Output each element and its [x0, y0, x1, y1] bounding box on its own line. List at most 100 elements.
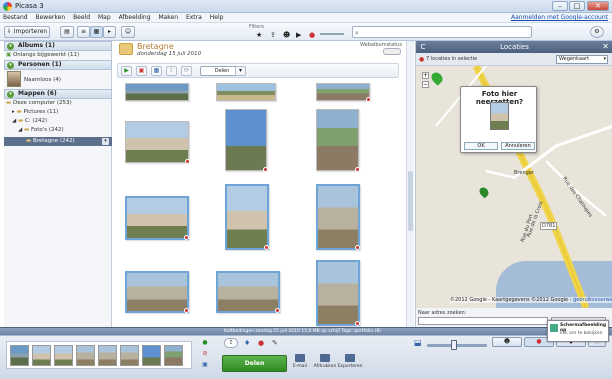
tray-thumbnail[interactable]	[54, 345, 73, 366]
email-icon	[295, 354, 305, 362]
folder-title[interactable]: Bretagne	[137, 42, 174, 51]
thumbnail-size-slider[interactable]	[427, 344, 487, 347]
folder-pictures[interactable]: ▸ ▬ Pictures (11)	[12, 109, 58, 115]
menu-map[interactable]: Map	[95, 13, 114, 22]
popup-ok-button[interactable]: OK	[464, 142, 498, 150]
tray-thumbnail[interactable]	[142, 345, 161, 366]
filter-slider[interactable]	[320, 33, 344, 35]
photo-tray: ● ⊘ ▣ ⇪ ♦ ● ✎ Delen E-mail Afdrukken Exp…	[0, 335, 612, 379]
caption-icon[interactable]: ✎	[272, 339, 278, 347]
maximize-button[interactable]: □	[569, 1, 585, 11]
sync-icon[interactable]: ⟳	[181, 66, 192, 76]
photo-thumbnail[interactable]	[125, 121, 190, 164]
upload-icon[interactable]: ⇪	[166, 66, 177, 76]
signin-link[interactable]: Aanmelden met Google-account	[511, 14, 608, 21]
person-unnamed[interactable]: Naamloos (4)	[6, 71, 110, 89]
photo-thumbnail[interactable]	[216, 271, 280, 313]
tray-thumbnail[interactable]	[164, 345, 183, 366]
photo-thumbnail[interactable]	[316, 83, 371, 102]
add-to-album-icon[interactable]: ▣	[201, 361, 209, 369]
albums-header[interactable]: ▾ Albums (1)	[4, 41, 112, 51]
play-slideshow-icon[interactable]: ▶	[121, 66, 132, 76]
collapse-icon[interactable]: ▾	[7, 91, 14, 98]
menu-help[interactable]: Help	[207, 13, 227, 22]
tray-thumbnail[interactable]	[98, 345, 117, 366]
photo-thumbnail[interactable]	[316, 260, 360, 326]
share-dropdown-icon[interactable]: ▾	[235, 66, 246, 76]
expand-icon[interactable]: ▸	[12, 109, 15, 115]
photo-thumbnail[interactable]	[225, 109, 268, 172]
photo-thumbnail[interactable]	[316, 184, 360, 250]
geo-filter-icon[interactable]: ●	[309, 31, 315, 39]
photo-thumbnail[interactable]	[216, 83, 276, 101]
upload-tray-icon[interactable]: ⇪	[224, 338, 238, 348]
screenshot-notification[interactable]: Schermafbeelding op klik om te bekijken	[547, 320, 609, 342]
map-type-select[interactable]: Wegenkaart ▾	[556, 55, 608, 64]
slider-knob[interactable]	[451, 340, 457, 350]
folder-bretagne-selected[interactable]: ▬ Bretagne (242) ▾	[4, 137, 112, 146]
tag-icon[interactable]: ♦	[244, 339, 250, 347]
window-title: Picasa 3	[15, 2, 44, 10]
menu-bestand[interactable]: Bestand	[0, 13, 31, 22]
photo-thumbnail[interactable]	[125, 196, 189, 240]
scrollbar-thumb[interactable]	[408, 171, 413, 231]
tray-thumbnail[interactable]	[76, 345, 95, 366]
tray-thumbnail[interactable]	[10, 345, 29, 366]
close-icon[interactable]: ✕	[602, 42, 609, 52]
photo-thumbnail[interactable]	[125, 271, 189, 313]
address-search-input[interactable]	[418, 317, 548, 325]
menu-afbeelding[interactable]: Afbeelding	[116, 13, 154, 22]
people-view-button[interactable]: ☺	[121, 26, 135, 38]
view-more-button[interactable]: ▸	[103, 26, 116, 38]
upload-filter-icon[interactable]: ⇪	[270, 31, 276, 39]
settings-button[interactable]: ⚙	[590, 26, 604, 38]
export-button[interactable]: Exporteren	[335, 354, 365, 369]
folders-header[interactable]: ▾ Mappen (6)	[4, 89, 112, 99]
collapse-icon[interactable]: ◢	[18, 127, 22, 133]
zoom-out-button[interactable]: −	[422, 81, 429, 88]
close-button[interactable]: ✕	[587, 1, 609, 11]
collapse-icon[interactable]: ▾	[7, 43, 14, 50]
people-panel-button[interactable]: ☻	[492, 337, 522, 347]
map-back-icon[interactable]: C	[419, 43, 427, 51]
collapse-icon[interactable]: ◢	[12, 118, 16, 124]
person-filter-icon[interactable]: ☻	[283, 31, 290, 39]
folder-options-icon[interactable]: ▾	[102, 138, 109, 145]
new-album-button[interactable]: ▤	[60, 26, 74, 38]
star-filter-icon[interactable]: ★	[256, 31, 262, 39]
import-button[interactable]: ⇩ Importeren	[4, 26, 50, 38]
photo-thumbnail[interactable]	[316, 109, 360, 172]
people-header[interactable]: ▾ Personen (1)	[4, 60, 112, 70]
album-recent[interactable]: ▣ Onlangs bijgewerkt (11)	[6, 52, 110, 60]
collage-icon[interactable]: ▣	[136, 66, 147, 76]
minimize-button[interactable]: –	[552, 1, 568, 11]
zoom-in-button[interactable]: +	[422, 72, 429, 79]
movie-icon[interactable]: ▦	[151, 66, 162, 76]
tray-thumbnail[interactable]	[120, 345, 139, 366]
menu-extra[interactable]: Extra	[183, 13, 205, 22]
web-album-toggle[interactable]	[383, 48, 401, 55]
photo-thumbnail[interactable]	[225, 184, 269, 250]
tray-thumbnail[interactable]	[32, 345, 51, 366]
view-grid-button[interactable]: ▦	[90, 26, 103, 38]
hold-icon[interactable]: ●	[201, 339, 209, 347]
folder-this-computer[interactable]: ▬ Deze computer (253)	[6, 100, 72, 106]
video-filter-icon[interactable]: ▶	[296, 31, 301, 39]
folder-fotos[interactable]: ◢ ▬ Foto's (242)	[18, 127, 64, 133]
search-input[interactable]: ⌕	[352, 26, 532, 38]
menu-beeld[interactable]: Beeld	[70, 13, 93, 22]
library-scrollbar[interactable]	[406, 41, 414, 327]
menu-bewerken[interactable]: Bewerken	[33, 13, 69, 22]
view-list-button[interactable]: ≡	[77, 26, 90, 38]
map-view[interactable]: + − Foto hier neerzetten? OK Annuleren B…	[416, 66, 612, 308]
clear-icon[interactable]: ⊘	[201, 350, 209, 358]
pin-icon: ●	[536, 338, 542, 345]
share-button[interactable]: Delen	[222, 355, 287, 372]
map-terms-link[interactable]: gebruiksvoorwaarden	[573, 297, 612, 303]
person-tag-icon[interactable]: ●	[258, 339, 264, 347]
popup-cancel-button[interactable]: Annuleren	[501, 142, 535, 150]
photo-thumbnail[interactable]	[125, 83, 189, 101]
folder-c-drive[interactable]: ◢ ▬ C: (242)	[12, 118, 47, 124]
menu-maken[interactable]: Maken	[155, 13, 181, 22]
collapse-icon[interactable]: ▾	[7, 62, 14, 69]
